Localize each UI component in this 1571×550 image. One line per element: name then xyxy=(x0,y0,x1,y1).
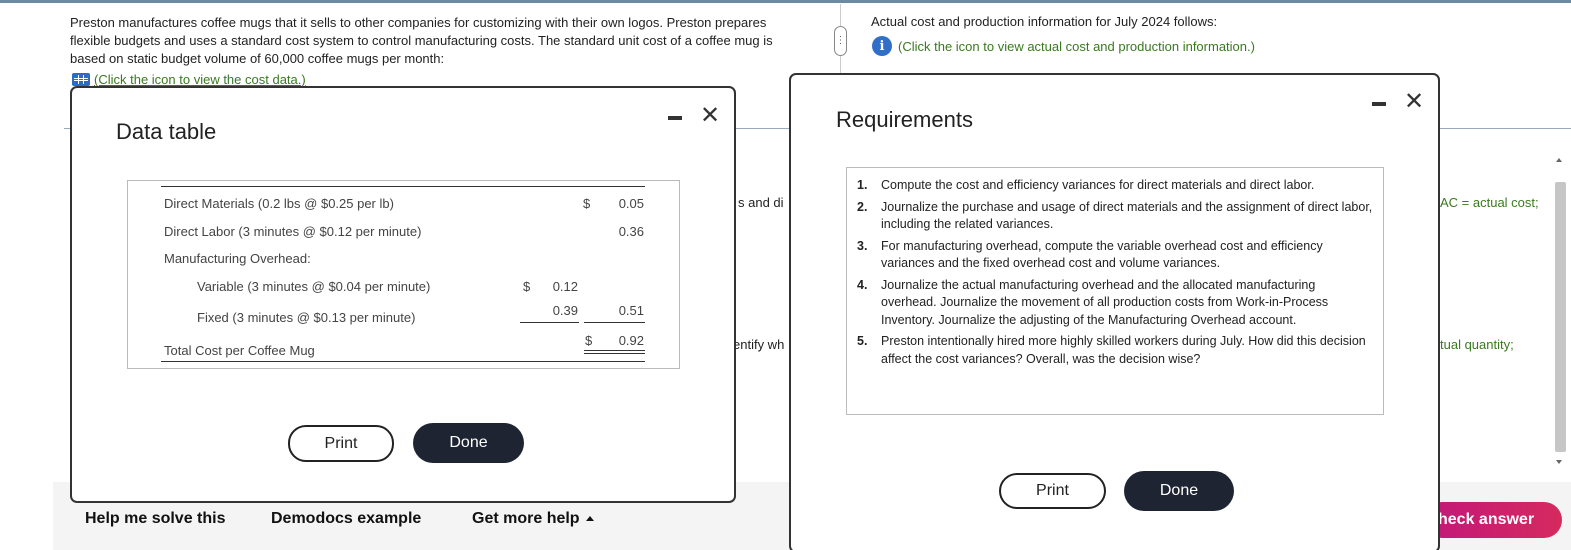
minimize-icon[interactable] xyxy=(1372,102,1386,106)
get-more-help-label[interactable]: Get more help xyxy=(472,510,580,527)
done-button[interactable]: Done xyxy=(413,423,524,463)
actual-info-link[interactable]: i (Click the icon to view actual cost an… xyxy=(872,36,1255,56)
requirement-item: 5. Preston intentionally hired more high… xyxy=(857,333,1373,368)
demodocs-example-button[interactable]: Demodocs example xyxy=(271,510,421,528)
close-icon[interactable]: ✕ xyxy=(700,104,720,128)
table-icon[interactable] xyxy=(72,73,90,86)
requirement-number: 3. xyxy=(857,238,868,253)
requirement-number: 1. xyxy=(857,178,868,192)
requirement-text: Journalize the purchase and usage of dir… xyxy=(881,199,1373,232)
variable-overhead-label: Variable (3 minutes @ $0.04 per minute) xyxy=(197,279,431,294)
data-table-modal: Data table ✕ Direct Materials (0.2 lbs @… xyxy=(70,86,736,503)
info-icon[interactable]: i xyxy=(872,36,892,56)
page-scrollbar[interactable] xyxy=(1554,156,1568,466)
check-answer-button[interactable]: heck answer xyxy=(1424,502,1562,538)
overhead-subtotal-value: 0.51 xyxy=(618,303,644,318)
double-rule-top xyxy=(584,350,645,351)
actual-intro-text: Actual cost and production information f… xyxy=(871,14,1218,29)
requirement-item: 1. Compute the cost and efficiency varia… xyxy=(857,177,1373,195)
top-accent-bar xyxy=(0,0,1571,3)
variable-overhead-value: 0.12 xyxy=(552,279,578,294)
separator-line xyxy=(736,128,791,129)
requirements-list-box: 1. Compute the cost and efficiency varia… xyxy=(846,167,1384,415)
intro-text: Preston manufactures coffee mugs that it… xyxy=(70,15,773,66)
print-button[interactable]: Print xyxy=(288,425,394,462)
subtotal-rule xyxy=(584,322,645,323)
cost-data-link-label[interactable]: (Click the icon to view the cost data.) xyxy=(94,72,306,87)
obscured-text: tual quantity; xyxy=(1440,337,1514,352)
cost-data-table: Direct Materials (0.2 lbs @ $0.25 per lb… xyxy=(127,180,680,369)
requirements-modal: Requirements ✕ 1. Compute the cost and e… xyxy=(789,73,1440,550)
requirement-item: 3. For manufacturing overhead, compute t… xyxy=(857,238,1373,273)
scroll-down-icon[interactable] xyxy=(1556,460,1562,464)
minimize-icon[interactable] xyxy=(668,116,682,120)
requirement-text: Journalize the actual manufacturing over… xyxy=(881,277,1329,327)
scroll-thumb[interactable] xyxy=(1555,182,1566,452)
obscured-text: AC = actual cost; xyxy=(1440,195,1539,210)
obscured-text: entify wh xyxy=(733,337,785,352)
table-top-rule xyxy=(161,186,645,187)
requirement-item: 4. Journalize the actual manufacturing o… xyxy=(857,277,1373,330)
fixed-overhead-label: Fixed (3 minutes @ $0.13 per minute) xyxy=(197,310,416,325)
help-me-solve-button[interactable]: Help me solve this xyxy=(85,510,226,528)
total-cost-label: Total Cost per Coffee Mug xyxy=(164,343,315,358)
actual-info-link-label[interactable]: (Click the icon to view actual cost and … xyxy=(898,39,1255,54)
requirement-text: Preston intentionally hired more highly … xyxy=(881,334,1366,366)
get-more-help-button[interactable]: Get more help xyxy=(472,510,594,528)
close-icon[interactable]: ✕ xyxy=(1404,90,1424,114)
requirement-text: Compute the cost and efficiency variance… xyxy=(881,178,1315,192)
separator-line xyxy=(1440,128,1571,129)
modal-title: Data table xyxy=(116,119,217,144)
subtotal-rule xyxy=(520,322,579,323)
modal-title: Requirements xyxy=(836,107,973,132)
requirement-number: 2. xyxy=(857,199,868,214)
cost-data-link[interactable]: (Click the icon to view the cost data.) xyxy=(72,72,306,87)
requirement-number: 4. xyxy=(857,277,868,292)
scroll-up-icon[interactable] xyxy=(1556,158,1562,162)
dollar-sign: $ xyxy=(583,196,591,211)
direct-materials-label: Direct Materials (0.2 lbs @ $0.25 per lb… xyxy=(164,196,394,211)
manufacturing-overhead-label: Manufacturing Overhead: xyxy=(164,251,311,266)
requirement-number: 5. xyxy=(857,334,868,348)
requirement-text: For manufacturing overhead, compute the … xyxy=(881,238,1323,271)
panel-resize-handle[interactable]: ⋮ xyxy=(834,26,847,56)
requirements-list: 1. Compute the cost and efficiency varia… xyxy=(857,177,1373,368)
dollar-sign: $ xyxy=(523,279,531,294)
done-button[interactable]: Done xyxy=(1124,471,1234,511)
requirement-item: 2. Journalize the purchase and usage of … xyxy=(857,199,1373,234)
caret-up-icon xyxy=(585,516,594,522)
direct-labor-value: 0.36 xyxy=(618,224,644,239)
direct-materials-value: 0.05 xyxy=(618,196,644,211)
direct-labor-label: Direct Labor (3 minutes @ $0.12 per minu… xyxy=(164,224,422,239)
dollar-sign: $ xyxy=(585,333,593,348)
print-button[interactable]: Print xyxy=(999,473,1106,509)
table-bottom-rule xyxy=(161,361,645,362)
double-rule-bottom xyxy=(584,353,645,354)
total-cost-value: 0.92 xyxy=(618,333,644,348)
obscured-text: s and di xyxy=(738,195,784,210)
fixed-overhead-value: 0.39 xyxy=(552,303,578,318)
